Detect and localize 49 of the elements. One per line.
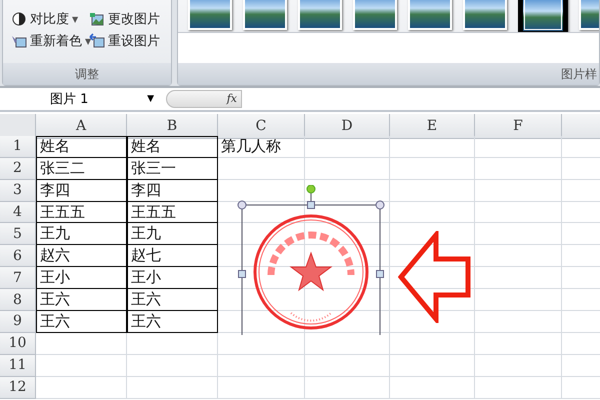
table-cell: 张三二	[36, 158, 127, 180]
name-box[interactable]: 图片 1 ▼	[0, 90, 158, 108]
table-cell: 赵七	[127, 245, 218, 268]
row-header[interactable]: 8	[0, 289, 36, 312]
picture-tool-icon	[89, 11, 105, 27]
table-cell: 王六	[127, 289, 218, 312]
selected-stamp-image[interactable]	[236, 185, 386, 335]
row-header[interactable]: 12	[0, 376, 36, 399]
table-cell: 王六	[36, 289, 127, 312]
table-cell: 姓名	[36, 136, 127, 158]
table-cell: 李四	[127, 180, 218, 202]
table-cell: 第几人称	[218, 136, 305, 158]
group-label: 调整	[3, 63, 171, 85]
row-header[interactable]: 4	[0, 202, 36, 224]
insert-function-button[interactable]: fx	[166, 90, 242, 108]
table-cell: 王六	[127, 311, 218, 333]
table-cell: 王九	[127, 223, 218, 246]
row-header[interactable]: 10	[0, 332, 36, 355]
table-cell: 王六	[36, 311, 127, 333]
row-header[interactable]: 7	[0, 267, 36, 290]
row-header[interactable]: 6	[0, 245, 36, 268]
column-header[interactable]: F	[475, 114, 562, 139]
picture-tool-icon	[11, 33, 27, 49]
table-cell: 王五五	[127, 202, 218, 224]
group-label: 图片样	[178, 63, 599, 85]
column-header[interactable]: B	[127, 114, 218, 139]
picture-tool-icon	[11, 11, 27, 27]
row-header[interactable]: 11	[0, 354, 36, 377]
row-header[interactable]: 2	[0, 158, 36, 180]
row-header[interactable]: 1	[0, 136, 36, 158]
ribbon-button[interactable]: 对比度 ▼	[11, 10, 89, 28]
table-cell: 李四	[36, 180, 127, 202]
table-cell: 王五五	[36, 202, 127, 224]
table-cell: 张三一	[127, 158, 218, 180]
table-cell: 赵六	[36, 245, 127, 268]
row-header[interactable]: 9	[0, 311, 36, 333]
row-header[interactable]: 5	[0, 223, 36, 246]
ribbon-button[interactable]: 重新着色 ▼	[11, 32, 89, 50]
picture-tool-icon	[89, 33, 105, 49]
column-header[interactable]: A	[36, 114, 127, 139]
column-header[interactable]: E	[390, 114, 475, 139]
ribbon-button[interactable]: 更改图片	[89, 10, 173, 28]
column-header[interactable]: C	[218, 114, 305, 139]
table-cell: 姓名	[127, 136, 218, 158]
table-cell: 王小	[127, 267, 218, 290]
table-cell: 王九	[36, 223, 127, 246]
row-header[interactable]: 3	[0, 180, 36, 202]
table-cell: 王小	[36, 267, 127, 290]
column-header[interactable]: D	[305, 114, 390, 139]
